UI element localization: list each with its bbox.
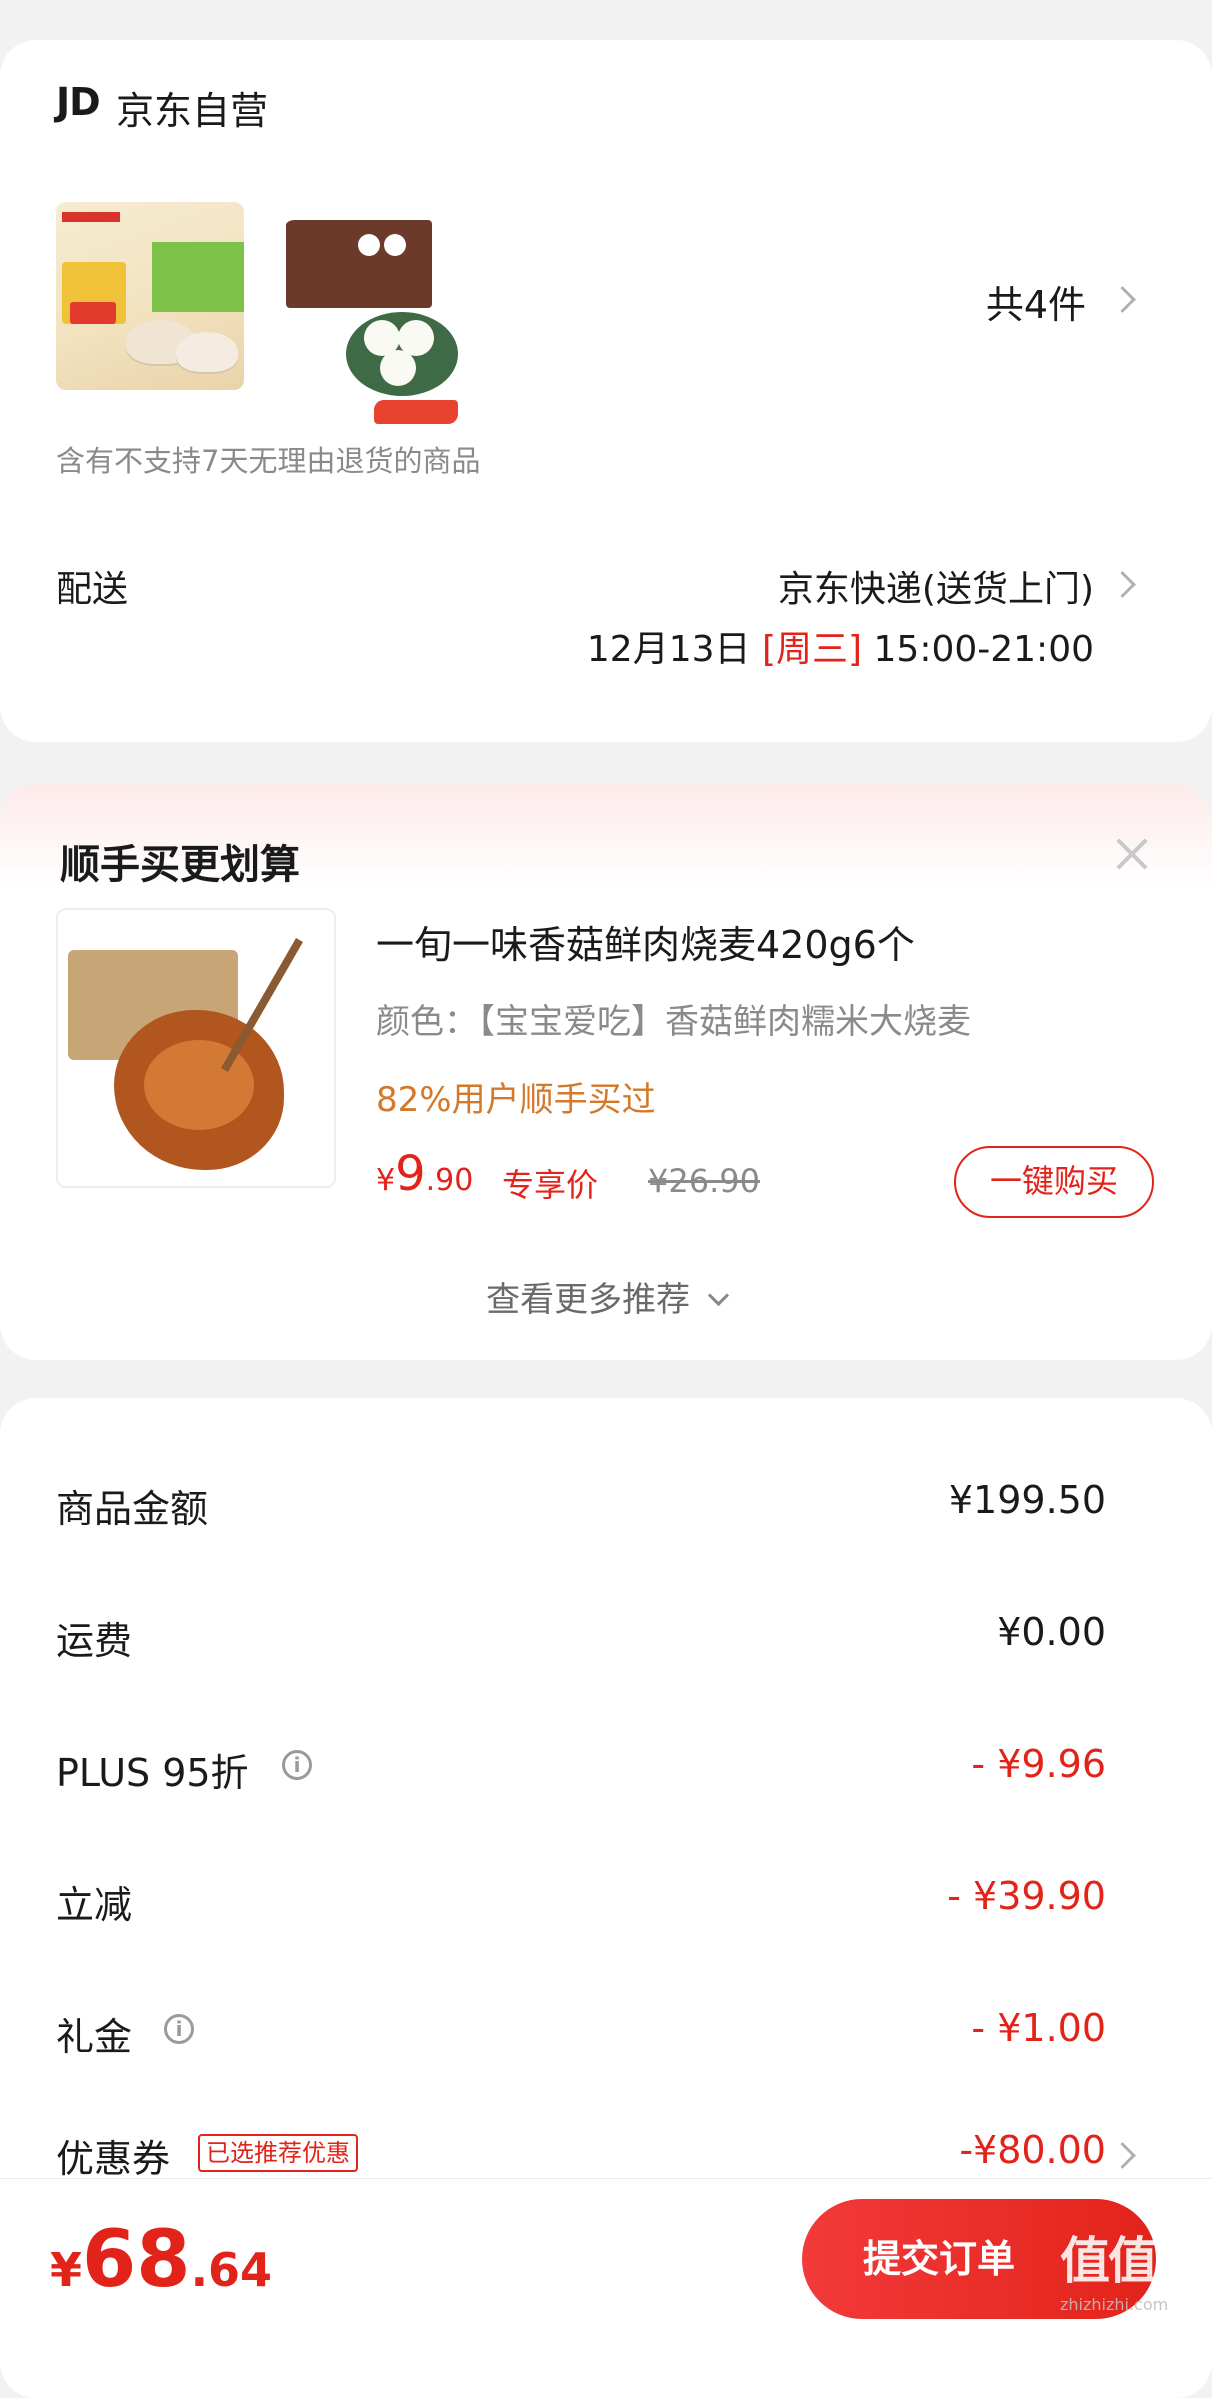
delivery-time[interactable]: 12月13日 [周三] 15:00-21:00 [587, 620, 1094, 672]
delivery-date: 12月13日 [586, 629, 751, 670]
recommend-price: ¥9.90 [376, 1146, 474, 1202]
chevron-right-icon[interactable] [1109, 2142, 1136, 2169]
recommend-product-spec: 颜色：【宝宝爱吃】香菇鲜肉糯米大烧麦 [376, 1002, 971, 1042]
summary-label-discount: 立减 [56, 1883, 133, 1927]
product-thumb-tangyuan[interactable] [284, 220, 460, 434]
store-card: JD 京东自营 共4件 含有不支持7天无理由退货的商品 配送 京东快递(送货上门… [0, 40, 1212, 742]
info-icon[interactable]: i [282, 1750, 312, 1780]
summary-label-plus: PLUS 95折 [56, 1751, 249, 1795]
product-thumb-dumplings[interactable] [56, 202, 244, 390]
store-name: 京东自营 [116, 89, 269, 133]
chevron-down-icon [707, 1284, 730, 1307]
watermark-logo: 值值值 zhizhizhi.com [1060, 2232, 1206, 2314]
info-icon[interactable]: i [164, 2014, 194, 2044]
summary-value-coupon[interactable]: -¥80.00 [959, 2128, 1106, 2172]
original-price: ¥26.90 [648, 1162, 760, 1200]
summary-label-shipping: 运费 [56, 1619, 133, 1663]
one-click-buy-button[interactable]: 一键购买 [954, 1146, 1154, 1218]
more-recommendations-link[interactable]: 查看更多推荐 [0, 1272, 1212, 1321]
jd-logo: JD [56, 80, 101, 124]
total-amount: ¥68.64 [50, 2215, 273, 2305]
delivery-weekday: [周三] [761, 629, 863, 670]
bottom-bar: ¥68.64 提交订单 值值值 zhizhizhi.com [0, 2178, 1212, 2335]
price-tag: 专享价 [502, 1166, 599, 1204]
chevron-right-icon[interactable] [1109, 571, 1136, 598]
summary-value-discount: - ¥39.90 [947, 1874, 1106, 1918]
coupon-badge: 已选推荐优惠 [198, 2134, 358, 2172]
summary-value-gift: - ¥1.00 [971, 2006, 1106, 2050]
recommend-product-image[interactable] [56, 908, 336, 1188]
recommend-product-stat: 82%用户顺手买过 [376, 1080, 656, 1120]
summary-value-plus: - ¥9.96 [971, 1742, 1106, 1786]
recommend-product-name[interactable]: 一旬一味香菇鲜肉烧麦420g6个 [376, 914, 915, 969]
recommend-title: 顺手买更划算 [60, 842, 300, 888]
item-count-link[interactable]: 共4件 [986, 274, 1086, 329]
recommend-card: 顺手买更划算 一旬一味香菇鲜肉烧麦420g6个 颜色：【宝宝爱吃】香菇鲜肉糯米大… [0, 784, 1212, 1360]
summary-value-shipping: ¥0.00 [997, 1610, 1106, 1654]
summary-label-gift: 礼金 [56, 2015, 133, 2059]
delivery-method[interactable]: 京东快递(送货上门) [778, 560, 1094, 612]
close-icon[interactable] [1112, 834, 1152, 874]
summary-label-goods: 商品金额 [56, 1487, 209, 1531]
delivery-label: 配送 [56, 569, 129, 610]
chevron-right-icon[interactable] [1109, 286, 1136, 313]
delivery-window: 15:00-21:00 [873, 629, 1094, 670]
summary-label-coupon: 优惠券 [56, 2137, 171, 2181]
summary-value-goods: ¥199.50 [948, 1478, 1106, 1522]
return-policy-notice: 含有不支持7天无理由退货的商品 [56, 444, 481, 478]
